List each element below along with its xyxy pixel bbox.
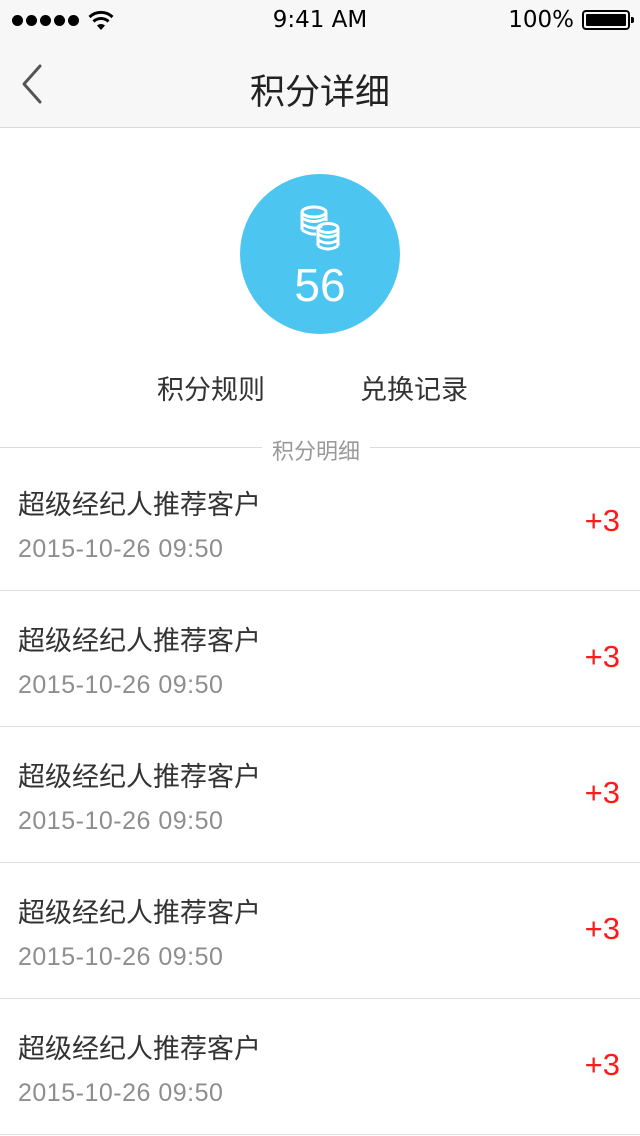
- list-item[interactable]: 超级经纪人推荐客户 2015-10-26 09:50 +3: [0, 591, 640, 727]
- points-links: 积分规则 兑换记录: [0, 368, 640, 408]
- exchange-records-link[interactable]: 兑换记录: [360, 368, 468, 407]
- record-title: 超级经纪人推荐客户: [18, 898, 261, 929]
- record-title: 超级经纪人推荐客户: [18, 626, 261, 657]
- points-badge: 56: [240, 174, 400, 334]
- record-points: +3: [584, 775, 620, 810]
- record-date: 2015-10-26 09:50: [18, 807, 224, 835]
- record-points: +3: [584, 911, 620, 946]
- record-date: 2015-10-26 09:50: [18, 535, 224, 563]
- points-record-list: 超级经纪人推荐客户 2015-10-26 09:50 +3 超级经纪人推荐客户 …: [0, 455, 640, 1135]
- list-item[interactable]: 超级经纪人推荐客户 2015-10-26 09:50 +3: [0, 999, 640, 1135]
- list-item[interactable]: 超级经纪人推荐客户 2015-10-26 09:50 +3: [0, 455, 640, 591]
- points-total: 56: [294, 259, 346, 311]
- record-date: 2015-10-26 09:50: [18, 1079, 224, 1107]
- coins-icon: [300, 205, 340, 251]
- record-title: 超级经纪人推荐客户: [18, 490, 261, 521]
- navigation-bar: 积分详细: [0, 40, 640, 128]
- list-item[interactable]: 超级经纪人推荐客户 2015-10-26 09:50 +3: [0, 727, 640, 863]
- points-rules-link[interactable]: 积分规则: [157, 368, 265, 407]
- record-title: 超级经纪人推荐客户: [18, 762, 261, 793]
- status-time: 9:41 AM: [272, 7, 368, 33]
- page-title: 积分详细: [249, 73, 390, 113]
- status-bar: 9:41 AM 100%: [0, 0, 640, 40]
- list-item[interactable]: 超级经纪人推荐客户 2015-10-26 09:50 +3: [0, 863, 640, 999]
- battery-icon: [582, 10, 634, 30]
- record-date: 2015-10-26 09:50: [18, 943, 224, 971]
- record-points: +3: [584, 1047, 620, 1082]
- record-title: 超级经纪人推荐客户: [18, 1034, 261, 1065]
- record-points: +3: [584, 639, 620, 674]
- record-points: +3: [584, 503, 620, 538]
- record-date: 2015-10-26 09:50: [18, 671, 224, 699]
